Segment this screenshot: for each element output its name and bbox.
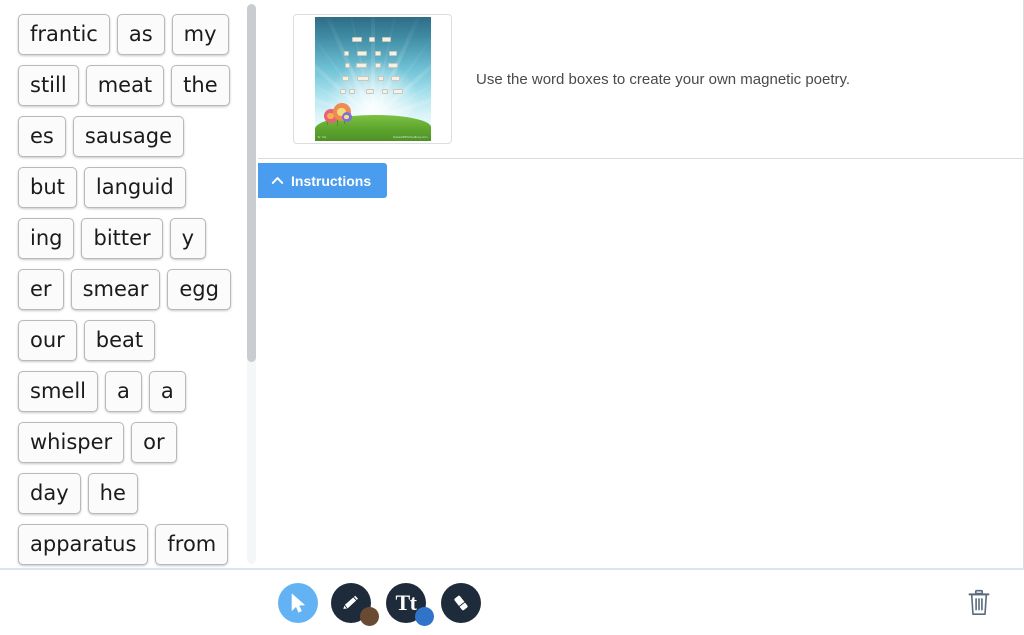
- thumbnail-mini-tile: [349, 89, 356, 94]
- thumbnail-mini-tile: [356, 63, 367, 68]
- word-tile[interactable]: ing: [18, 218, 75, 259]
- word-tile[interactable]: day: [18, 473, 81, 514]
- thumbnail-credit-right: NaturalRPG/Sudbury.com: [393, 135, 428, 139]
- select-tool-button[interactable]: [278, 583, 318, 623]
- word-row: day he: [18, 473, 246, 516]
- pencil-color-swatch[interactable]: [360, 607, 379, 626]
- drawing-toolbar: Tt: [0, 570, 1024, 635]
- thumbnail-mini-tile: [365, 89, 374, 94]
- word-tile[interactable]: smear: [70, 269, 161, 310]
- thumbnail-credit-left: Sr. Sts: [317, 135, 327, 139]
- word-tile[interactable]: from: [155, 524, 229, 565]
- word-tile[interactable]: a: [105, 371, 142, 412]
- word-row: frantic as my: [18, 14, 246, 57]
- thumbnail-mini-tile: [378, 76, 385, 81]
- word-tile[interactable]: egg: [167, 269, 231, 310]
- thumbnail-mini-tile: [374, 51, 381, 56]
- thumbnail-mini-tile: [369, 37, 375, 42]
- trash-icon: [966, 589, 992, 620]
- thumbnail-mini-tile: [374, 63, 381, 68]
- wordbank-scrollbar-thumb[interactable]: [247, 4, 256, 363]
- cursor-arrow-icon: [286, 591, 310, 615]
- word-tile[interactable]: smell: [18, 371, 98, 412]
- word-tile[interactable]: or: [131, 422, 177, 463]
- word-row: er smear egg: [18, 269, 246, 312]
- word-row: es sausage: [18, 116, 246, 159]
- thumbnail-mini-tile: [344, 63, 351, 68]
- delete-button[interactable]: [964, 588, 994, 620]
- thumbnail-mini-tile: [357, 51, 367, 56]
- word-row: whisper or: [18, 422, 246, 465]
- activity-content-panel: Sr. Sts NaturalRPG/Sudbury.com Use the w…: [258, 0, 1024, 568]
- word-row: but languid: [18, 167, 246, 210]
- word-tile[interactable]: er: [18, 269, 64, 310]
- eraser-tool-button[interactable]: [441, 583, 481, 623]
- thumbnail-mini-tile: [387, 63, 399, 68]
- chevron-up-icon: [271, 174, 284, 187]
- word-tile[interactable]: languid: [83, 167, 186, 208]
- instructions-bar: Instructions: [258, 159, 1023, 198]
- thumbnail-mini-tile: [340, 89, 346, 94]
- word-tile[interactable]: my: [171, 14, 229, 55]
- word-tile[interactable]: y: [169, 218, 207, 259]
- word-tile[interactable]: whisper: [18, 422, 125, 463]
- pencil-icon: [339, 591, 363, 615]
- text-icon: Tt: [395, 590, 418, 615]
- thumbnail-mini-tile: [357, 76, 369, 81]
- word-tile[interactable]: meat: [85, 65, 165, 106]
- word-tile[interactable]: bitter: [81, 218, 163, 259]
- activity-description: Use the word boxes to create your own ma…: [476, 70, 851, 88]
- word-bank-list: frantic as my still meat the es sausage but langu…: [0, 0, 246, 567]
- instructions-label: Instructions: [291, 172, 372, 189]
- thumbnail-mini-tile: [343, 51, 350, 56]
- word-tile[interactable]: still: [18, 65, 79, 106]
- poetry-canvas[interactable]: [258, 204, 1023, 568]
- word-tile[interactable]: sausage: [72, 116, 185, 157]
- activity-header: Sr. Sts NaturalRPG/Sudbury.com Use the w…: [258, 0, 1023, 159]
- word-tile[interactable]: the: [171, 65, 230, 106]
- pencil-tool-button[interactable]: [331, 583, 379, 626]
- word-row: still meat the: [18, 65, 246, 108]
- eraser-icon: [449, 591, 473, 615]
- instructions-toggle-button[interactable]: Instructions: [258, 163, 388, 198]
- text-color-swatch[interactable]: [415, 607, 434, 626]
- word-tile[interactable]: a: [148, 371, 186, 412]
- word-row: apparatus from: [18, 524, 246, 567]
- word-row: our beat: [18, 320, 246, 363]
- thumbnail-mini-tile: [381, 89, 388, 94]
- word-row: smell a a: [18, 371, 246, 414]
- word-tile[interactable]: frantic: [18, 14, 110, 55]
- word-tile[interactable]: he: [87, 473, 138, 514]
- magnetic-poetry-app: frantic as my still meat the es sausage but langu…: [0, 0, 1024, 635]
- word-row: ing bitter y: [18, 218, 246, 261]
- word-tile[interactable]: apparatus: [18, 524, 149, 565]
- thumbnail-scene: Sr. Sts NaturalRPG/Sudbury.com: [314, 17, 431, 141]
- thumbnail-mini-tile: [342, 76, 350, 81]
- thumbnail-mini-tile: [388, 51, 397, 56]
- thumbnail-mini-tile: [391, 76, 401, 81]
- word-tile[interactable]: but: [18, 167, 77, 208]
- word-bank-panel[interactable]: frantic as my still meat the es sausage but langu…: [0, 0, 246, 568]
- word-tile[interactable]: beat: [83, 320, 156, 361]
- thumbnail-mini-tile: [381, 37, 392, 42]
- activity-thumbnail[interactable]: Sr. Sts NaturalRPG/Sudbury.com: [293, 14, 452, 144]
- word-tile[interactable]: es: [18, 116, 66, 157]
- text-tool-button[interactable]: Tt: [386, 583, 434, 626]
- word-tile[interactable]: our: [18, 320, 77, 361]
- word-tile[interactable]: as: [116, 14, 165, 55]
- thumbnail-mini-tile: [393, 89, 403, 94]
- thumbnail-mini-tile: [351, 37, 363, 42]
